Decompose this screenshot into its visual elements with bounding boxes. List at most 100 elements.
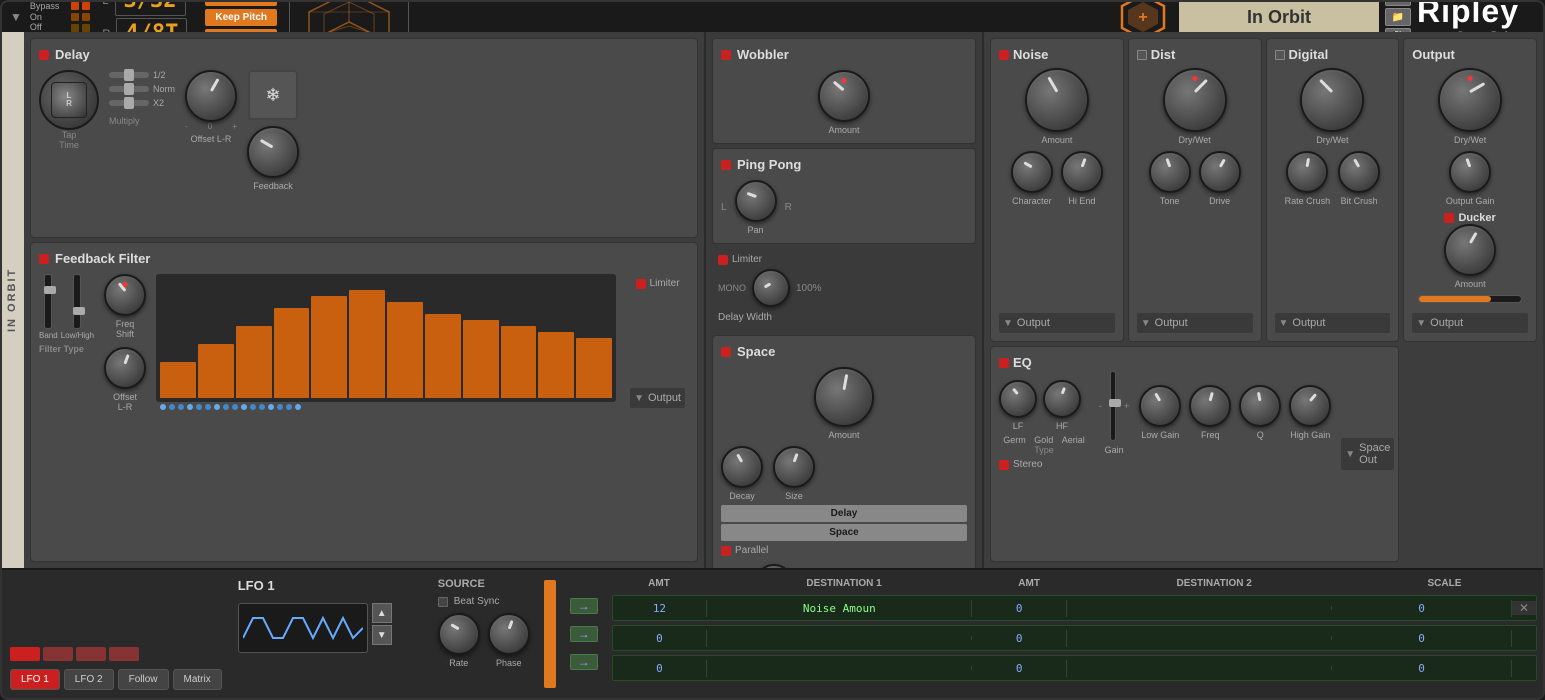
gain-slider[interactable] (1110, 371, 1116, 441)
keep-pitch-button[interactable]: Keep Pitch (205, 9, 277, 26)
digital-rc-knob[interactable] (1286, 151, 1328, 193)
matrix-close-0[interactable]: ✕ (1512, 601, 1536, 615)
ping-pong-indicator[interactable] (721, 160, 731, 170)
dropdown-arrow-icon[interactable]: ▼ (10, 10, 22, 24)
sync-button[interactable]: Sync (205, 0, 277, 6)
eq-low-gain-knob[interactable] (1139, 385, 1181, 427)
output-dw-knob[interactable] (1438, 68, 1502, 132)
beat-sync-indicator[interactable] (438, 597, 448, 607)
wobbler-indicator[interactable] (721, 50, 731, 60)
matrix-dest1-0[interactable]: Noise Amoun (707, 600, 972, 617)
wobbler-amount-knob[interactable] (818, 70, 870, 122)
dist-dw-knob[interactable] (1163, 68, 1227, 132)
matrix-dest2-1[interactable] (1067, 636, 1332, 640)
ducker-indicator[interactable] (1444, 213, 1454, 223)
eq-bar[interactable] (576, 338, 612, 398)
left-tempo[interactable]: 3/32 (115, 0, 186, 16)
eq-bar[interactable] (425, 314, 461, 398)
offset-lr-knob[interactable] (185, 70, 237, 122)
lfo-up-button[interactable]: ▲ (372, 603, 392, 623)
space-amount-knob[interactable] (814, 367, 874, 427)
feedback-knob[interactable] (247, 126, 299, 178)
eq-bar[interactable] (463, 320, 499, 398)
matrix-amt-1[interactable]: 0 (613, 630, 707, 647)
eq-bars[interactable] (156, 274, 616, 402)
output-output-row[interactable]: ▼ Output (1412, 313, 1528, 333)
eq-bar[interactable] (236, 326, 272, 398)
limiter-indicator[interactable] (636, 279, 646, 289)
freq-shift-knob[interactable] (104, 274, 146, 316)
dist-tone-knob[interactable] (1149, 151, 1191, 193)
matrix-dest1-1[interactable] (707, 636, 972, 640)
lfo1-button[interactable]: LFO 1 (10, 669, 60, 690)
dist-output-row[interactable]: ▼ Output (1137, 313, 1253, 333)
freeze-button[interactable]: ❄ (248, 70, 298, 120)
matrix-dest2-0[interactable] (1067, 606, 1332, 610)
matrix-scale-1[interactable]: 0 (1332, 630, 1512, 647)
eq-bar[interactable] (387, 302, 423, 398)
dist-drive-knob[interactable] (1199, 151, 1241, 193)
rate-knob[interactable] (438, 613, 480, 655)
size-knob[interactable] (773, 446, 815, 488)
matrix-amt-2[interactable]: 0 (613, 660, 707, 677)
matrix-amt2-0[interactable]: 0 (972, 600, 1066, 617)
space-routing-btn[interactable]: Space (721, 524, 967, 541)
eq-bar[interactable] (274, 308, 310, 398)
matrix-dest1-2[interactable] (707, 666, 972, 670)
matrix-amt2-2[interactable]: 0 (972, 660, 1066, 677)
digital-output-row[interactable]: ▼ Output (1275, 313, 1391, 333)
preset-name[interactable]: In Orbit (1179, 0, 1379, 36)
lfo-down-button[interactable]: ▼ (372, 625, 392, 645)
eq-hf-knob[interactable] (1043, 380, 1081, 418)
space-width-knob[interactable] (755, 564, 793, 568)
digital-dw-knob[interactable] (1300, 68, 1364, 132)
route-arrow-1[interactable]: → (570, 598, 598, 614)
route-arrow-3[interactable]: → (570, 654, 598, 670)
eq-bar[interactable] (349, 290, 385, 398)
decay-knob[interactable] (721, 446, 763, 488)
parallel-indicator[interactable] (721, 546, 731, 556)
noise-indicator[interactable] (999, 50, 1009, 60)
matrix-scale-2[interactable]: 0 (1332, 660, 1512, 677)
delay-width-knob[interactable] (752, 269, 790, 307)
noise-hi-knob[interactable] (1061, 151, 1103, 193)
pan-knob[interactable] (735, 180, 777, 222)
matrix-amt-0[interactable]: 12 (613, 600, 707, 617)
ducker-amount-knob[interactable] (1444, 224, 1496, 276)
eq-bar[interactable] (311, 296, 347, 398)
eq-high-gain-knob[interactable] (1289, 385, 1331, 427)
noise-char-knob[interactable] (1011, 151, 1053, 193)
digital-bc-knob[interactable] (1338, 151, 1380, 193)
x2-slider[interactable] (109, 100, 149, 106)
low-high-slider[interactable] (73, 274, 81, 329)
lr-time-knob[interactable]: LR (39, 70, 99, 130)
preset-up-button[interactable]: ▲ (1385, 0, 1411, 6)
dist-indicator[interactable] (1137, 50, 1147, 60)
band-slider[interactable] (44, 274, 52, 329)
output-gain-knob[interactable] (1449, 151, 1491, 193)
eq-bar[interactable] (198, 344, 234, 398)
noise-amount-knob[interactable] (1025, 68, 1089, 132)
eq-q-knob[interactable] (1239, 385, 1281, 427)
eq-lf-knob[interactable] (999, 380, 1037, 418)
preset-folder-button[interactable]: 📁 (1385, 8, 1411, 26)
noise-output-row[interactable]: ▼ Output (999, 313, 1115, 333)
ducker-slider[interactable] (1418, 295, 1522, 303)
phase-knob[interactable] (488, 613, 530, 655)
norm-slider[interactable] (109, 86, 149, 92)
eq-bar[interactable] (160, 362, 196, 398)
delay-routing-btn[interactable]: Delay (721, 505, 967, 522)
matrix-amt2-1[interactable]: 0 (972, 630, 1066, 647)
filter-output-row[interactable]: ▼ Output (630, 388, 685, 408)
delay-limiter-indicator[interactable] (718, 255, 728, 265)
eq-indicator[interactable] (999, 358, 1009, 368)
eq-freq-knob[interactable] (1189, 385, 1231, 427)
eq-bar[interactable] (538, 332, 574, 398)
matrix-button[interactable]: Matrix (173, 669, 222, 690)
lfo-waveform[interactable] (238, 603, 368, 653)
space-out-row[interactable]: ▼ Space Out (1341, 438, 1394, 470)
follow-button[interactable]: Follow (118, 669, 169, 690)
filter-indicator[interactable] (39, 254, 49, 264)
filter-offset-knob[interactable] (104, 347, 146, 389)
delay-indicator[interactable] (39, 50, 49, 60)
